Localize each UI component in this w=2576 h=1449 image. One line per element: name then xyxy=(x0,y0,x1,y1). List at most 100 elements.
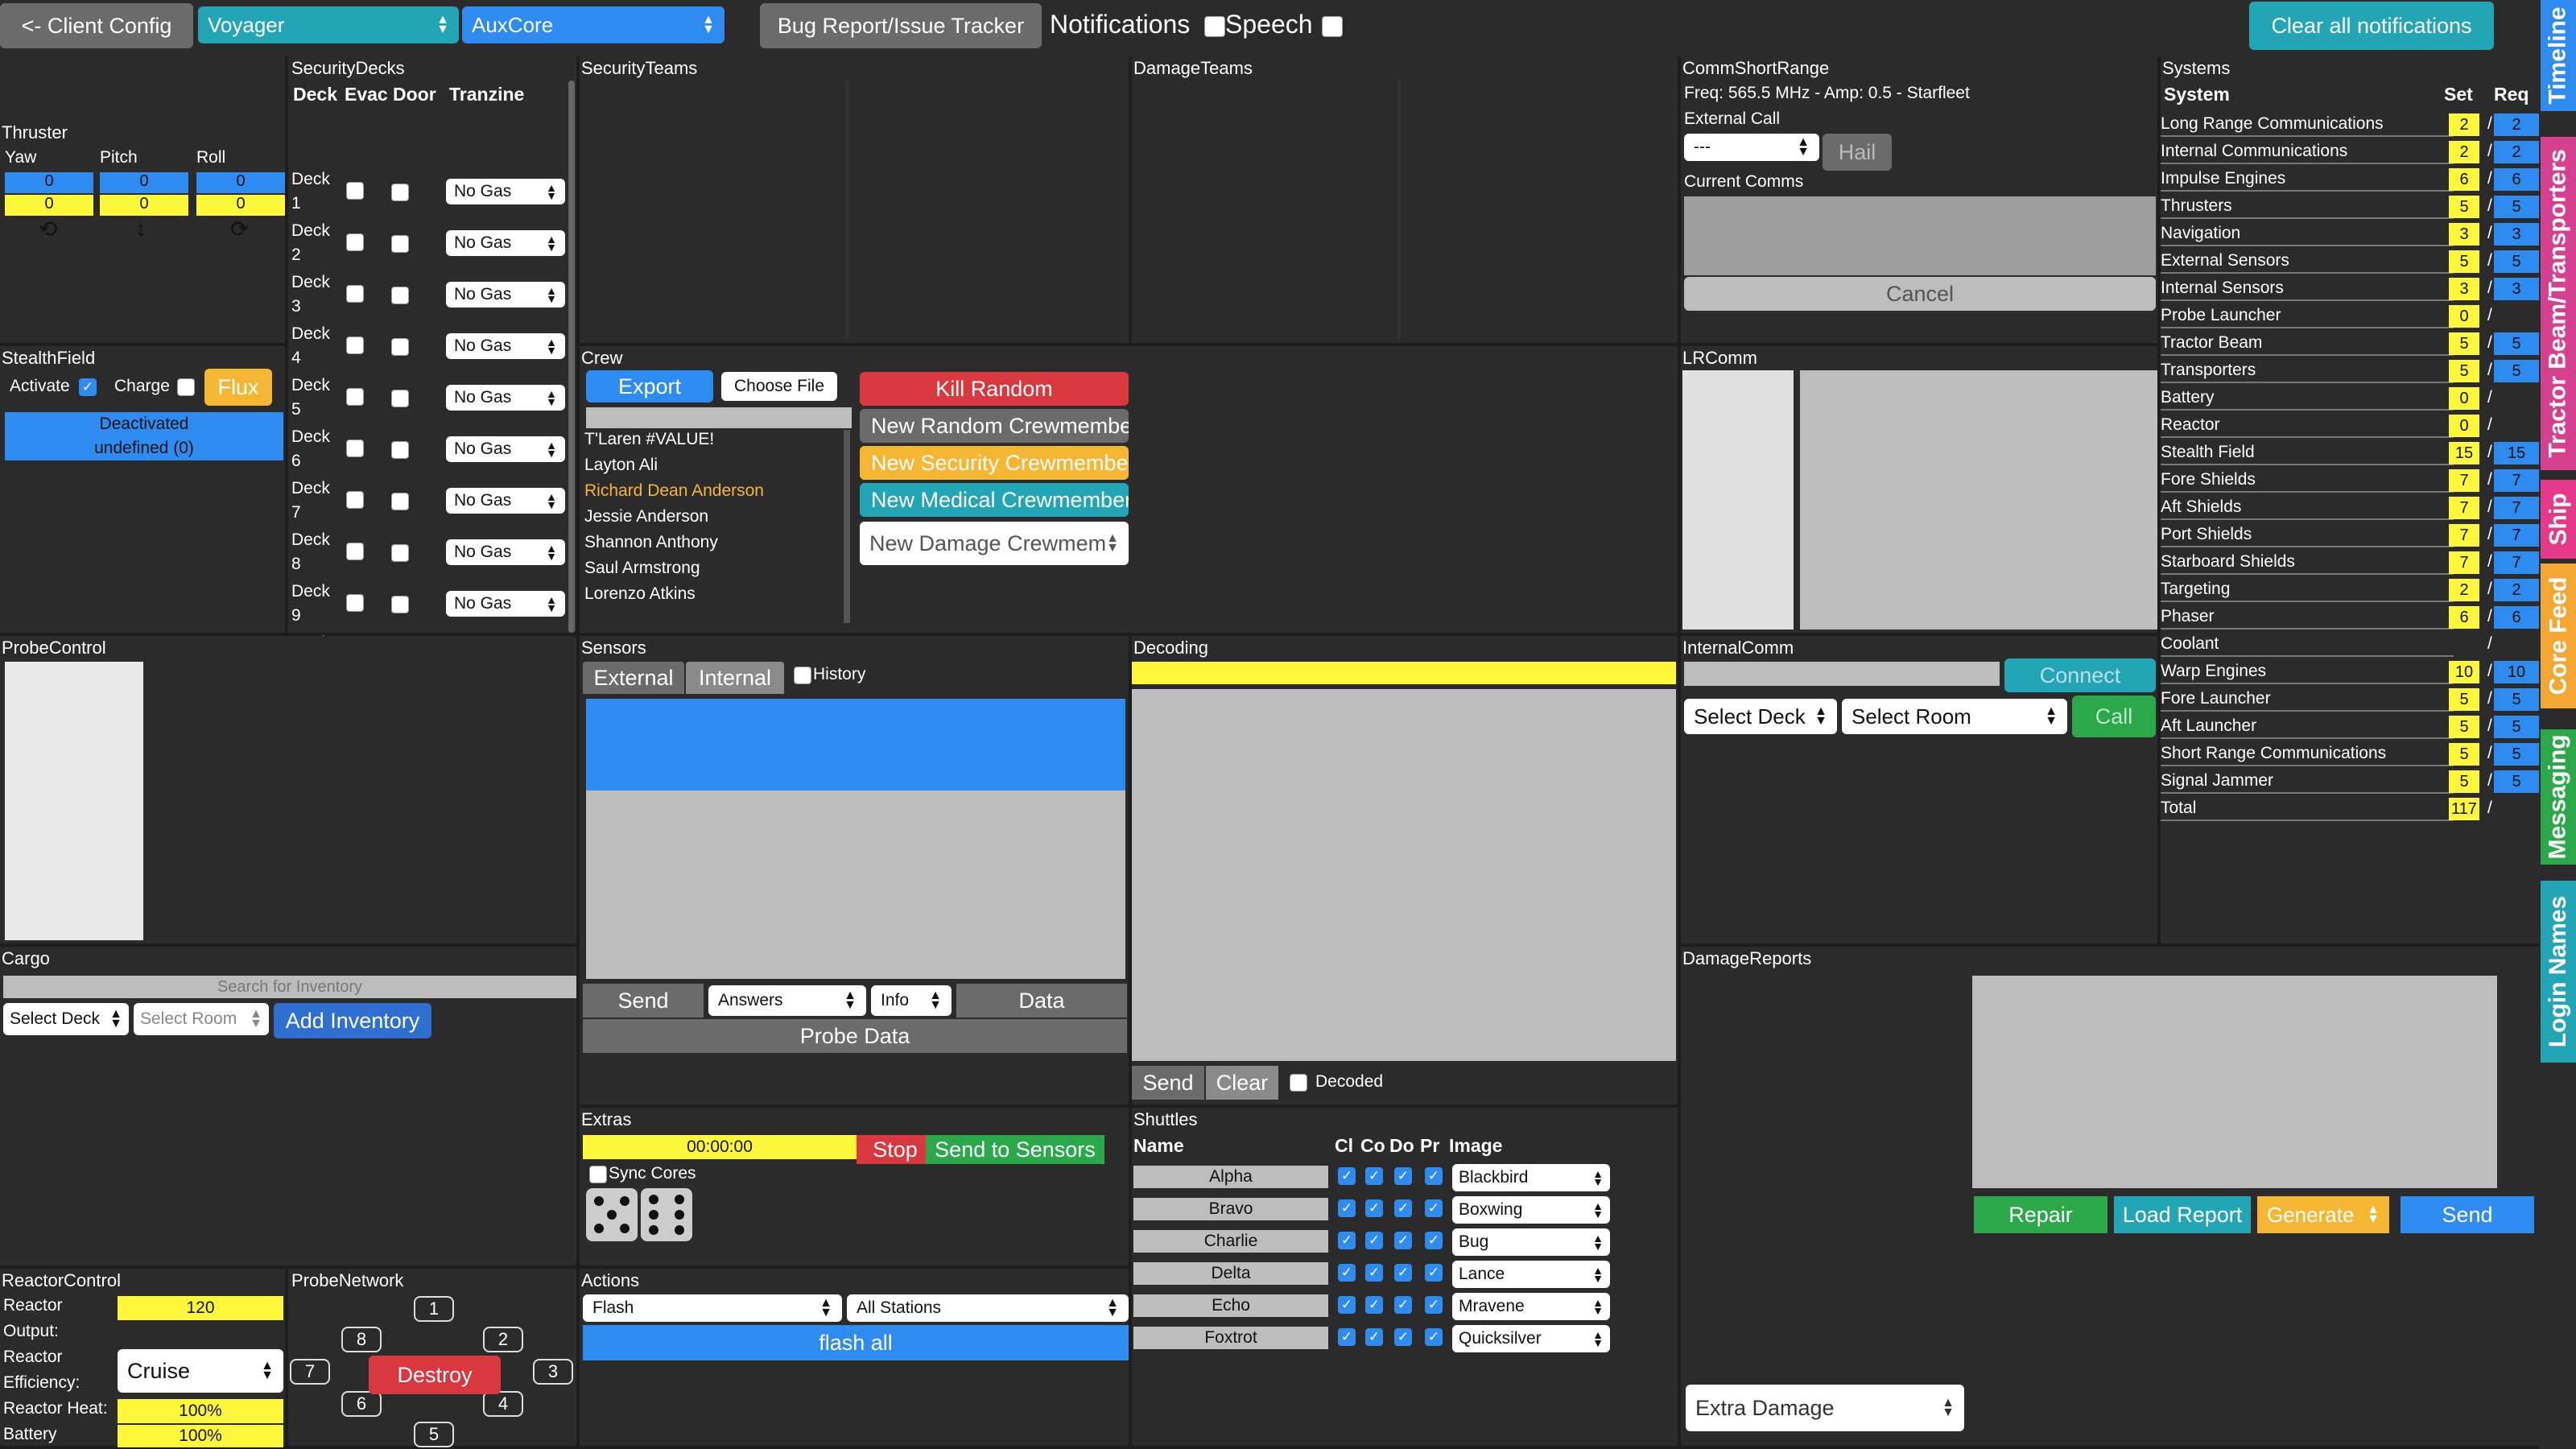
system-set-value[interactable]: 6 xyxy=(2449,606,2479,629)
tab-timeline[interactable]: Timeline xyxy=(2541,0,2576,111)
external-call-select[interactable]: --- ▲ ▼ xyxy=(1684,134,1819,161)
door-checkbox[interactable] xyxy=(391,390,409,407)
probe-node-4[interactable]: 4 xyxy=(483,1391,523,1417)
shuttle-checkbox[interactable]: ✓ xyxy=(1338,1328,1356,1346)
load-report-button[interactable]: Load Report xyxy=(2114,1196,2251,1233)
shuttle-checkbox[interactable]: ✓ xyxy=(1394,1264,1412,1282)
stop-button[interactable]: Stop xyxy=(857,1135,934,1164)
door-checkbox[interactable] xyxy=(391,596,409,613)
decoding-clear-button[interactable]: Clear xyxy=(1206,1066,1278,1100)
shuttle-checkbox[interactable]: ✓ xyxy=(1394,1199,1412,1217)
evac-checkbox[interactable] xyxy=(346,233,364,251)
crew-member[interactable]: Layton Ali xyxy=(584,456,658,475)
system-set-value[interactable]: 6 xyxy=(2449,168,2479,191)
shuttle-checkbox[interactable]: ✓ xyxy=(1425,1232,1443,1249)
add-inventory-button[interactable]: Add Inventory xyxy=(274,1003,431,1038)
shuttle-checkbox[interactable]: ✓ xyxy=(1365,1232,1383,1249)
crew-search-bar[interactable] xyxy=(586,407,852,428)
probe-node-1[interactable]: 1 xyxy=(414,1296,454,1322)
tranzine-gas-select[interactable]: No Gas ▲▼ xyxy=(446,488,565,514)
shuttle-image-select[interactable]: Blackbird ▲ ▼ xyxy=(1452,1164,1610,1191)
system-set-value[interactable]: 5 xyxy=(2449,250,2479,273)
system-set-value[interactable]: 2 xyxy=(2449,141,2479,163)
evac-checkbox[interactable] xyxy=(346,285,364,303)
shuttle-checkbox[interactable]: ✓ xyxy=(1365,1296,1383,1314)
repair-button[interactable]: Repair xyxy=(1974,1196,2107,1233)
system-set-value[interactable]: 7 xyxy=(2449,469,2479,492)
shuttle-checkbox[interactable]: ✓ xyxy=(1365,1264,1383,1282)
system-set-value[interactable]: 117 xyxy=(2449,798,2479,820)
select-deck[interactable]: Select Deck ▲ ▼ xyxy=(1684,699,1837,734)
tranzine-gas-select[interactable]: No Gas ▲▼ xyxy=(446,179,565,204)
door-checkbox[interactable] xyxy=(391,338,409,356)
send-to-sensors-button[interactable]: Send to Sensors xyxy=(926,1135,1104,1164)
evac-checkbox[interactable] xyxy=(346,491,364,509)
new-random-crewmember-button[interactable]: New Random Crewmember xyxy=(860,409,1129,443)
sensors-send-button[interactable]: Send xyxy=(583,984,704,1018)
simulator-select[interactable]: Voyager ▲ ▼ xyxy=(198,6,459,43)
reactor-mode-select[interactable]: Cruise ▲ ▼ xyxy=(118,1349,283,1393)
evac-checkbox[interactable] xyxy=(346,440,364,457)
destroy-button[interactable]: Destroy xyxy=(369,1356,501,1394)
select-room[interactable]: Select Room ▲ ▼ xyxy=(1842,699,2067,734)
shuttle-checkbox[interactable]: ✓ xyxy=(1425,1199,1443,1217)
door-checkbox[interactable] xyxy=(391,184,409,201)
dice-six-icon[interactable] xyxy=(641,1188,692,1241)
door-checkbox[interactable] xyxy=(391,544,409,562)
probe-node-7[interactable]: 7 xyxy=(290,1359,330,1385)
extra-damage-select[interactable]: Extra Damage ▲ ▼ xyxy=(1686,1385,1964,1431)
system-set-value[interactable]: 7 xyxy=(2449,524,2479,547)
shuttle-checkbox[interactable]: ✓ xyxy=(1338,1199,1356,1217)
hail-button[interactable]: Hail xyxy=(1823,134,1892,171)
shuttle-checkbox[interactable]: ✓ xyxy=(1425,1296,1443,1314)
system-set-value[interactable]: 0 xyxy=(2449,387,2479,410)
call-button[interactable]: Call xyxy=(2072,696,2156,737)
new-medical-crewmember-button[interactable]: New Medical Crewmember xyxy=(860,483,1129,517)
shuttle-checkbox[interactable]: ✓ xyxy=(1365,1199,1383,1217)
probe-node-6[interactable]: 6 xyxy=(341,1391,382,1417)
probe-node-3[interactable]: 3 xyxy=(533,1359,573,1385)
crew-member[interactable]: Lorenzo Atkins xyxy=(584,584,696,604)
damage-send-button[interactable]: Send xyxy=(2401,1196,2534,1233)
sensors-response-area[interactable] xyxy=(586,791,1125,979)
deck-scrollbar[interactable] xyxy=(568,80,575,633)
system-set-value[interactable]: 7 xyxy=(2449,551,2479,574)
tranzine-gas-select[interactable]: No Gas ▲▼ xyxy=(446,591,565,617)
system-set-value[interactable]: 5 xyxy=(2449,743,2479,766)
choose-file-button[interactable]: Choose File xyxy=(721,372,837,401)
decoding-send-button[interactable]: Send xyxy=(1132,1066,1204,1100)
shuttle-checkbox[interactable]: ✓ xyxy=(1394,1167,1412,1185)
crew-scrollbar[interactable] xyxy=(844,430,850,623)
info-select[interactable]: Info ▲ ▼ xyxy=(871,985,952,1016)
shuttle-checkbox[interactable]: ✓ xyxy=(1394,1328,1412,1346)
system-set-value[interactable]: 0 xyxy=(2449,415,2479,437)
tranzine-gas-select[interactable]: No Gas ▲▼ xyxy=(446,230,565,256)
system-set-value[interactable]: 3 xyxy=(2449,278,2479,300)
decoding-input[interactable] xyxy=(1132,662,1676,684)
system-set-value[interactable]: 3 xyxy=(2449,223,2479,246)
kill-random-button[interactable]: Kill Random xyxy=(860,372,1129,406)
connect-button[interactable]: Connect xyxy=(2004,658,2156,692)
crew-member[interactable]: T'Laren #VALUE! xyxy=(584,430,714,449)
probe-node-8[interactable]: 8 xyxy=(341,1327,382,1352)
station-target-select[interactable]: All Stations ▲ ▼ xyxy=(847,1294,1129,1322)
tranzine-gas-select[interactable]: No Gas ▲▼ xyxy=(446,436,565,462)
charge-checkbox[interactable] xyxy=(177,378,195,396)
sync-cores-checkbox[interactable] xyxy=(589,1166,607,1183)
system-set-value[interactable]: 5 xyxy=(2449,360,2479,382)
shuttle-checkbox[interactable]: ✓ xyxy=(1425,1167,1443,1185)
speech-checkbox[interactable] xyxy=(1322,16,1343,37)
dice-five-icon[interactable] xyxy=(586,1188,638,1241)
crew-member[interactable]: Saul Armstrong xyxy=(584,559,700,578)
tranzine-gas-select[interactable]: No Gas ▲▼ xyxy=(446,539,565,565)
system-set-value[interactable]: 2 xyxy=(2449,114,2479,136)
tab-ship[interactable]: Ship xyxy=(2541,480,2576,559)
door-checkbox[interactable] xyxy=(391,287,409,304)
crew-member[interactable]: Richard Dean Anderson xyxy=(584,481,764,501)
probe-data-button[interactable]: Probe Data xyxy=(583,1019,1127,1053)
shuttle-image-select[interactable]: Lance ▲ ▼ xyxy=(1452,1261,1610,1288)
clear-all-notifications-button[interactable]: Clear all notifications xyxy=(2249,2,2494,50)
inventory-search-input[interactable]: Search for Inventory xyxy=(3,976,576,998)
evac-checkbox[interactable] xyxy=(346,336,364,354)
new-damage-crewmember-select[interactable]: New Damage Crewmem ▲ ▼ xyxy=(860,522,1129,565)
